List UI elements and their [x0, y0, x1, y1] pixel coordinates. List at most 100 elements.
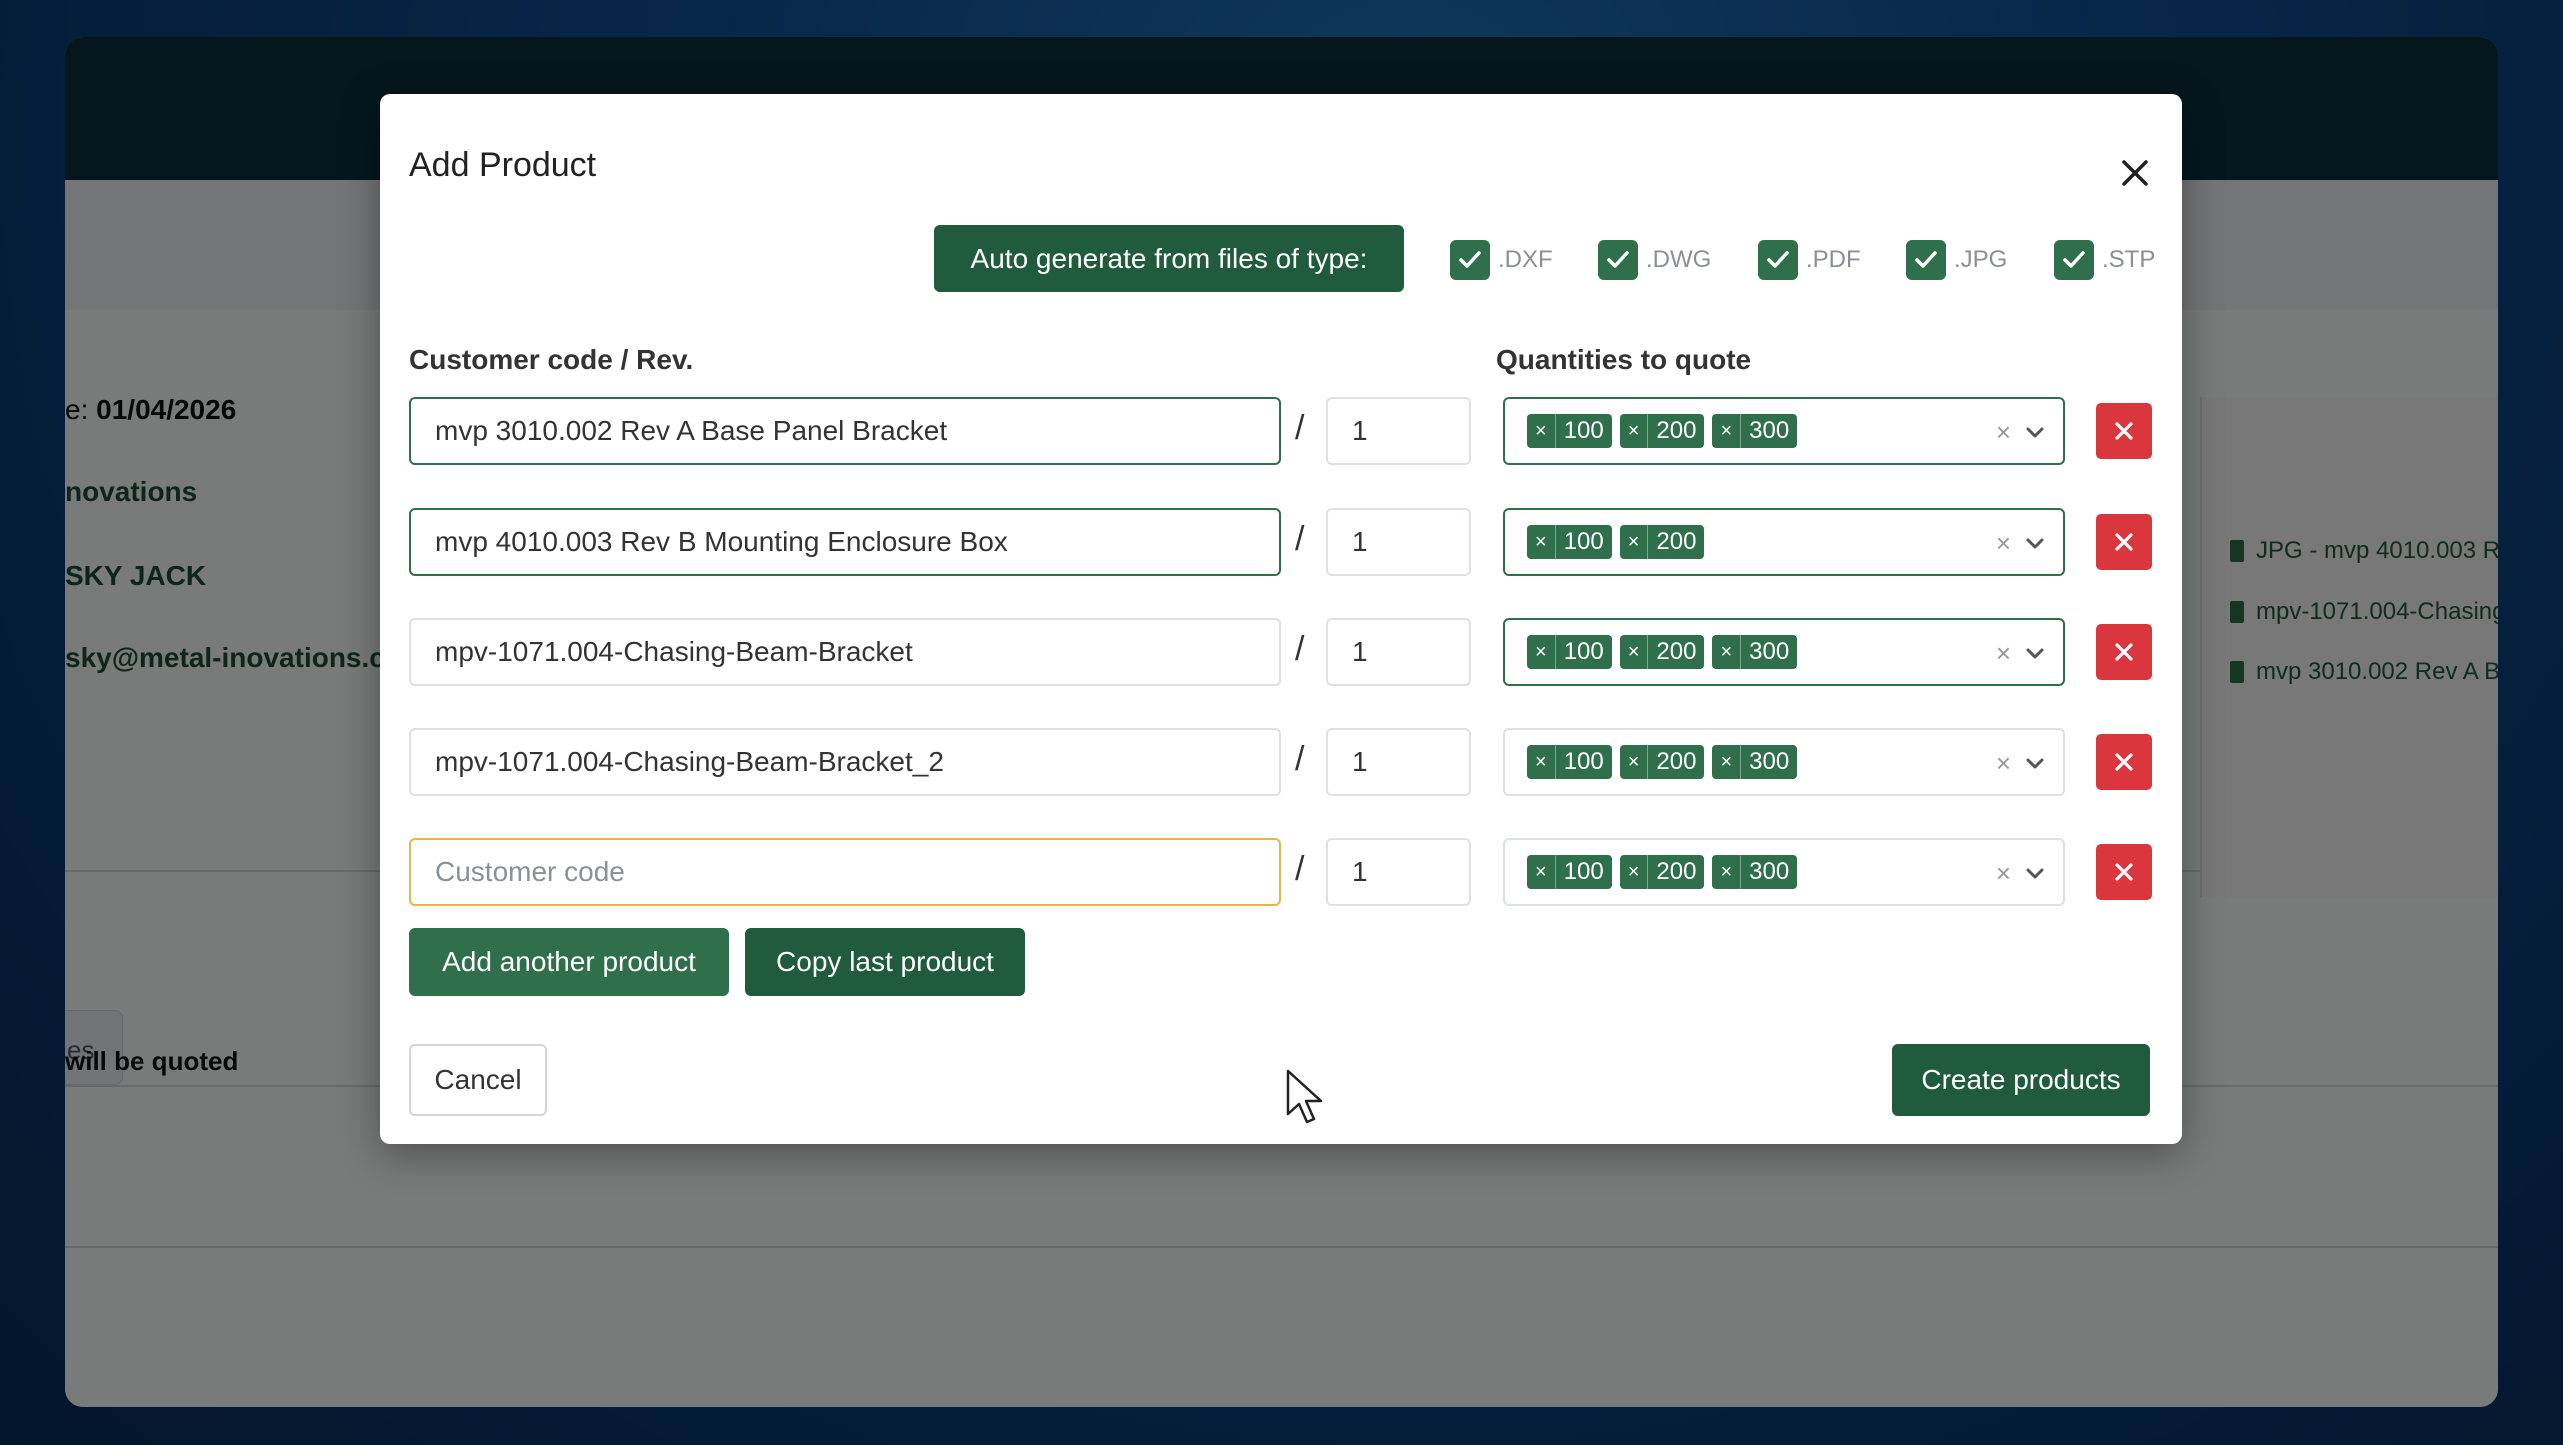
quantity-value: 200: [1656, 638, 1697, 665]
delete-row-button[interactable]: [2096, 844, 2152, 900]
chevron-down-icon[interactable]: [2021, 530, 2049, 558]
quantity-chip: × 100: [1527, 525, 1612, 559]
close-icon: [2115, 643, 2133, 661]
filetype-label: .STP: [2102, 246, 2156, 273]
separator-slash: /: [1295, 740, 1305, 778]
chevron-down-icon[interactable]: [2021, 419, 2049, 447]
quantity-chip: × 300: [1712, 745, 1798, 779]
cancel-button[interactable]: Cancel: [409, 1044, 547, 1116]
clear-icon[interactable]: ×: [1996, 417, 2011, 448]
close-icon: [2115, 533, 2133, 551]
quantities-select[interactable]: × 100 × 200 × 300 ×: [1503, 618, 2065, 686]
customer-code-input[interactable]: [409, 618, 1281, 686]
delete-row-button[interactable]: [2096, 734, 2152, 790]
mouse-cursor-icon: [1286, 1069, 1323, 1124]
filetype-pdf[interactable]: .PDF: [1758, 240, 1861, 280]
customer-code-input[interactable]: [409, 508, 1281, 576]
quantities-select[interactable]: × 100 × 200 × 300 ×: [1503, 397, 2065, 465]
remove-chip-icon[interactable]: ×: [1712, 745, 1742, 779]
close-button[interactable]: [2112, 150, 2158, 196]
remove-chip-icon[interactable]: ×: [1527, 745, 1556, 779]
remove-chip-icon[interactable]: ×: [1527, 414, 1556, 448]
close-icon: [2122, 160, 2148, 186]
clear-icon[interactable]: ×: [1996, 748, 2011, 779]
filetype-label: .JPG: [1954, 246, 2008, 273]
remove-chip-icon[interactable]: ×: [1527, 525, 1556, 559]
remove-chip-icon[interactable]: ×: [1527, 635, 1556, 669]
customer-code-input[interactable]: [409, 838, 1281, 906]
code-column-header: Customer code / Rev.: [409, 344, 694, 375]
quantity-value: 200: [1656, 417, 1697, 444]
quantity-value: 300: [1749, 748, 1790, 775]
revision-input[interactable]: [1326, 397, 1471, 465]
remove-chip-icon[interactable]: ×: [1527, 855, 1556, 889]
checkbox-checked-icon[interactable]: [1598, 240, 1638, 280]
filetype-label: .DXF: [1498, 246, 1553, 273]
product-row: / × 100 × 200 ×: [409, 508, 2153, 576]
filetype-jpg[interactable]: .JPG: [1906, 240, 2007, 280]
quantity-value: 100: [1563, 638, 1604, 665]
revision-input[interactable]: [1326, 728, 1471, 796]
auto-generate-button[interactable]: Auto generate from files of type:: [934, 225, 1404, 292]
remove-chip-icon[interactable]: ×: [1620, 635, 1649, 669]
customer-code-input[interactable]: [409, 397, 1281, 465]
chevron-down-icon[interactable]: [2021, 640, 2049, 668]
filetype-label: .PDF: [1806, 246, 1861, 273]
revision-input[interactable]: [1326, 618, 1471, 686]
remove-chip-icon[interactable]: ×: [1620, 745, 1649, 779]
checkbox-checked-icon[interactable]: [1906, 240, 1946, 280]
quantity-chip: × 200: [1619, 855, 1705, 889]
quantity-value: 100: [1563, 858, 1604, 885]
create-products-button[interactable]: Create products: [1892, 1044, 2150, 1116]
remove-chip-icon[interactable]: ×: [1620, 855, 1649, 889]
filetype-dwg[interactable]: .DWG: [1598, 240, 1711, 280]
product-row: / × 100 × 200 × 300 ×: [409, 838, 2153, 906]
add-product-modal: Add Product Auto generate from files of …: [380, 94, 2182, 1144]
quantity-chip: × 200: [1619, 745, 1705, 779]
quantities-select[interactable]: × 100 × 200 × 300 ×: [1503, 728, 2065, 796]
quantity-chip: × 200: [1619, 635, 1705, 669]
remove-chip-icon[interactable]: ×: [1712, 635, 1742, 669]
quantity-value: 300: [1749, 858, 1790, 885]
quantity-value: 200: [1656, 858, 1697, 885]
remove-chip-icon[interactable]: ×: [1620, 525, 1649, 559]
delete-row-button[interactable]: [2096, 403, 2152, 459]
delete-row-button[interactable]: [2096, 624, 2152, 680]
revision-input[interactable]: [1326, 508, 1471, 576]
product-row: / × 100 × 200 × 300 ×: [409, 618, 2153, 686]
filetype-dxf[interactable]: .DXF: [1450, 240, 1553, 280]
remove-chip-icon[interactable]: ×: [1712, 855, 1742, 889]
quantity-value: 200: [1656, 748, 1697, 775]
quantity-value: 100: [1563, 528, 1604, 555]
checkbox-checked-icon[interactable]: [2054, 240, 2094, 280]
product-row: / × 100 × 200 × 300 ×: [409, 397, 2153, 465]
quantity-chip: × 300: [1712, 855, 1798, 889]
filetype-stp[interactable]: .STP: [2054, 240, 2155, 280]
revision-input[interactable]: [1326, 838, 1471, 906]
close-icon: [2115, 422, 2133, 440]
remove-chip-icon[interactable]: ×: [1712, 414, 1742, 448]
chevron-down-icon[interactable]: [2021, 750, 2049, 778]
clear-icon[interactable]: ×: [1996, 858, 2011, 889]
quantity-chip: × 300: [1712, 414, 1798, 448]
customer-code-input[interactable]: [409, 728, 1281, 796]
clear-icon[interactable]: ×: [1996, 638, 2011, 669]
quantity-chip: × 200: [1619, 414, 1705, 448]
quantities-select[interactable]: × 100 × 200 × 300 ×: [1503, 838, 2065, 906]
chevron-down-icon[interactable]: [2021, 860, 2049, 888]
delete-row-button[interactable]: [2096, 514, 2152, 570]
filetype-label: .DWG: [1646, 246, 1712, 273]
remove-chip-icon[interactable]: ×: [1620, 414, 1649, 448]
close-icon: [2115, 753, 2133, 771]
quantity-chip: × 100: [1527, 855, 1612, 889]
separator-slash: /: [1295, 409, 1305, 447]
checkbox-checked-icon[interactable]: [1758, 240, 1798, 280]
separator-slash: /: [1295, 520, 1305, 558]
add-another-product-button[interactable]: Add another product: [409, 928, 729, 996]
quantities-select[interactable]: × 100 × 200 ×: [1503, 508, 2065, 576]
quantity-value: 200: [1656, 528, 1697, 555]
checkbox-checked-icon[interactable]: [1450, 240, 1490, 280]
quantity-value: 100: [1563, 748, 1604, 775]
copy-last-product-button[interactable]: Copy last product: [745, 928, 1025, 996]
clear-icon[interactable]: ×: [1996, 528, 2011, 559]
